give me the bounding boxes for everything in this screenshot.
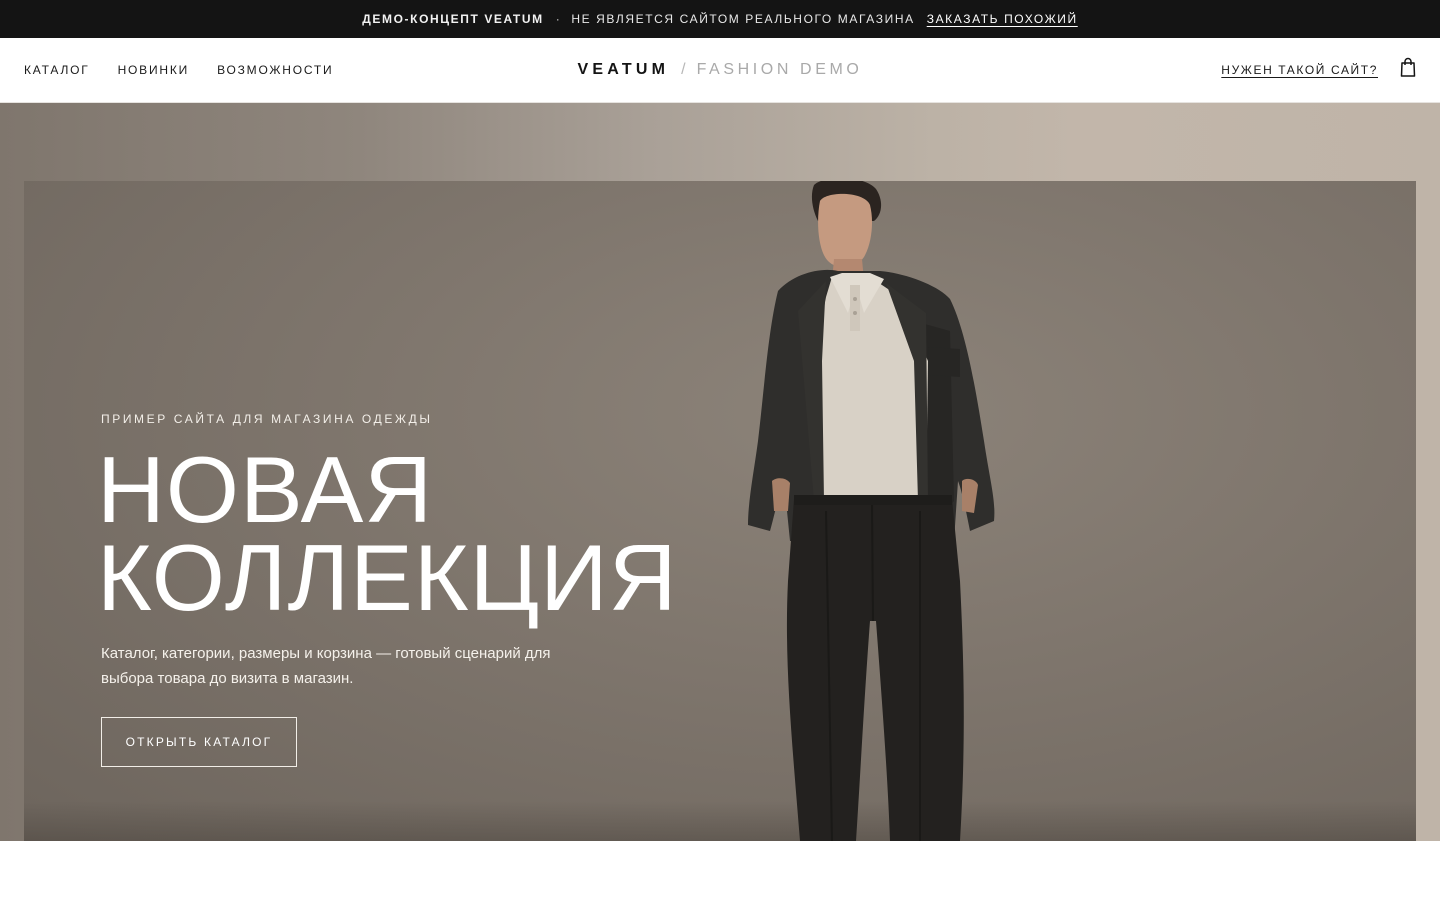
nav-item-catalog[interactable]: КАТАЛОГ (24, 63, 90, 77)
page-below-hero (0, 841, 1440, 900)
logo-wordmark[interactable]: VEATUM (578, 61, 670, 79)
logo-subtitle: FASHION DEMO (696, 61, 863, 78)
need-site-link[interactable]: НУЖЕН ТАКОЙ САЙТ? (1221, 63, 1378, 77)
nav-item-new[interactable]: НОВИНКИ (118, 63, 190, 77)
hero-description: Каталог, категории, размеры и корзина — … (101, 645, 551, 687)
open-catalog-button[interactable]: ОТКРЫТЬ КАТАЛОГ (101, 717, 297, 767)
header-actions: НУЖЕН ТАКОЙ САЙТ? (1221, 38, 1416, 102)
hero-eyebrow: ПРИМЕР САЙТА ДЛЯ МАГАЗИНА ОДЕЖДЫ (101, 412, 433, 426)
hero-headline: НОВАЯ КОЛЛЕКЦИЯ (97, 437, 737, 630)
site-header: КАТАЛОГ НОВИНКИ ВОЗМОЖНОСТИ VEATUM / FAS… (0, 38, 1440, 103)
order-similar-link[interactable]: ЗАКАЗАТЬ ПОХОЖИЙ (927, 12, 1078, 26)
shopping-bag-icon[interactable] (1400, 57, 1416, 77)
hero-headline-line-1: НОВАЯ (97, 437, 434, 542)
main-nav: КАТАЛОГ НОВИНКИ ВОЗМОЖНОСТИ (24, 38, 333, 102)
announcement-brand: ДЕМО-КОНЦЕПТ VEATUM (362, 12, 544, 26)
hero-headline-line-2: КОЛЛЕКЦИЯ (97, 525, 678, 630)
announcement-note: НЕ ЯВЛЯЕТСЯ САЙТОМ РЕАЛЬНОГО МАГАЗИНА (571, 12, 915, 26)
nav-item-features[interactable]: ВОЗМОЖНОСТИ (217, 63, 333, 77)
announcement-bar: ДЕМО-КОНЦЕПТ VEATUM · НЕ ЯВЛЯЕТСЯ САЙТОМ… (0, 0, 1440, 38)
announcement-separator: · (555, 12, 562, 26)
logo-slash: / (681, 61, 686, 78)
model-photo (748, 181, 995, 841)
